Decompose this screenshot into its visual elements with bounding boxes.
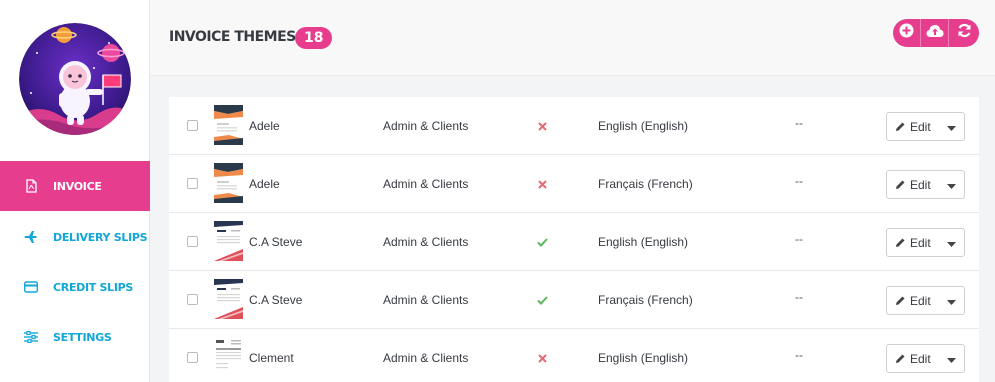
edit-dropdown-toggle[interactable]: [938, 171, 964, 198]
edit-button-group: Edit: [886, 170, 965, 199]
sidebar: INVOICE DELIVERY SLIPS CREDIT SLIPS SETT…: [0, 0, 150, 382]
theme-language: English (English): [598, 119, 689, 133]
pencil-icon: [895, 237, 906, 248]
status-enabled-icon[interactable]: [535, 293, 549, 307]
theme-name: Clement: [249, 351, 294, 365]
edit-label: Edit: [910, 293, 931, 308]
sidebar-item-label: SETTINGS: [53, 330, 112, 344]
plus-circle-icon: [899, 23, 914, 43]
status-disabled-icon[interactable]: [535, 351, 549, 365]
edit-dropdown-toggle[interactable]: [938, 113, 964, 140]
theme-access: Admin & Clients: [383, 351, 469, 365]
edit-button[interactable]: Edit: [887, 229, 938, 256]
edit-dropdown-toggle[interactable]: [938, 229, 964, 256]
theme-name: C.A Steve: [249, 235, 303, 249]
theme-name: Adele: [249, 119, 280, 133]
theme-extra: --: [795, 232, 803, 246]
pencil-icon: [895, 295, 906, 306]
refresh-icon: [957, 23, 972, 43]
theme-thumbnail: [214, 163, 243, 203]
theme-access: Admin & Clients: [383, 235, 469, 249]
theme-language: Français (French): [598, 177, 693, 191]
edit-dropdown-toggle[interactable]: [938, 345, 964, 372]
sidebar-item-invoice[interactable]: INVOICE: [0, 161, 150, 211]
sidebar-item-label: CREDIT SLIPS: [53, 280, 134, 294]
theme-extra: --: [795, 116, 803, 130]
caret-down-icon: [946, 234, 956, 252]
cloud-upload-icon: [926, 24, 944, 43]
import-theme-button[interactable]: [921, 19, 949, 47]
count-badge: 18: [295, 27, 333, 49]
sidebar-item-label: INVOICE: [53, 179, 102, 193]
theme-thumbnail: [214, 105, 243, 145]
edit-label: Edit: [910, 119, 931, 134]
theme-access: Admin & Clients: [383, 293, 469, 307]
page-header: INVOICE THEMES 18: [150, 0, 995, 76]
app: INVOICE DELIVERY SLIPS CREDIT SLIPS SETT…: [0, 0, 995, 382]
theme-access: Admin & Clients: [383, 177, 469, 191]
theme-language: Français (French): [598, 293, 693, 307]
edit-button[interactable]: Edit: [887, 287, 938, 314]
sliders-icon: [24, 330, 38, 344]
row-checkbox[interactable]: [187, 236, 198, 247]
edit-button-group: Edit: [886, 286, 965, 315]
theme-language: English (English): [598, 351, 689, 365]
table-row: C.A Steve Admin & Clients English (Engli…: [169, 213, 979, 271]
edit-button-group: Edit: [886, 344, 965, 373]
theme-thumbnail: [214, 221, 243, 261]
caret-down-icon: [946, 350, 956, 368]
theme-extra: --: [795, 348, 803, 362]
theme-name: C.A Steve: [249, 293, 303, 307]
table-row: C.A Steve Admin & Clients Français (Fren…: [169, 271, 979, 329]
pencil-icon: [895, 353, 906, 364]
row-checkbox[interactable]: [187, 120, 198, 131]
theme-language: English (English): [598, 235, 689, 249]
edit-label: Edit: [910, 351, 931, 366]
edit-button-group: Edit: [886, 112, 965, 141]
status-disabled-icon[interactable]: [535, 177, 549, 191]
status-enabled-icon[interactable]: [535, 235, 549, 249]
theme-extra: --: [795, 290, 803, 304]
edit-label: Edit: [910, 177, 931, 192]
caret-down-icon: [946, 176, 956, 194]
row-checkbox[interactable]: [187, 294, 198, 305]
edit-button-group: Edit: [886, 228, 965, 257]
row-checkbox[interactable]: [187, 352, 198, 363]
page-title: INVOICE THEMES: [169, 29, 296, 45]
theme-access: Admin & Clients: [383, 119, 469, 133]
caret-down-icon: [946, 292, 956, 310]
sidebar-item-settings[interactable]: SETTINGS: [0, 312, 150, 362]
theme-name: Adele: [249, 177, 280, 191]
pencil-icon: [895, 179, 906, 190]
refresh-button[interactable]: [949, 19, 979, 47]
sidebar-item-credit-slips[interactable]: CREDIT SLIPS: [0, 262, 150, 312]
theme-thumbnail: [214, 337, 243, 377]
avatar: [19, 23, 131, 135]
theme-extra: --: [795, 174, 803, 188]
credit-card-icon: [24, 280, 38, 294]
caret-down-icon: [946, 118, 956, 136]
table-row: Clement Admin & Clients English (English…: [169, 329, 979, 382]
table-row: Adele Admin & Clients Français (French) …: [169, 155, 979, 213]
edit-dropdown-toggle[interactable]: [938, 287, 964, 314]
themes-table: Adele Admin & Clients English (English) …: [169, 97, 979, 382]
row-checkbox[interactable]: [187, 178, 198, 189]
sidebar-item-delivery-slips[interactable]: DELIVERY SLIPS: [0, 212, 150, 262]
header-button-group: [893, 19, 979, 47]
pdf-file-icon: [24, 179, 38, 193]
edit-button[interactable]: Edit: [887, 345, 938, 372]
add-theme-button[interactable]: [893, 19, 921, 47]
table-row: Adele Admin & Clients English (English) …: [169, 97, 979, 155]
edit-label: Edit: [910, 235, 931, 250]
pencil-icon: [895, 121, 906, 132]
status-disabled-icon[interactable]: [535, 119, 549, 133]
theme-thumbnail: [214, 279, 243, 319]
plane-icon: [24, 230, 38, 244]
sidebar-item-label: DELIVERY SLIPS: [53, 230, 148, 244]
edit-button[interactable]: Edit: [887, 113, 938, 140]
edit-button[interactable]: Edit: [887, 171, 938, 198]
